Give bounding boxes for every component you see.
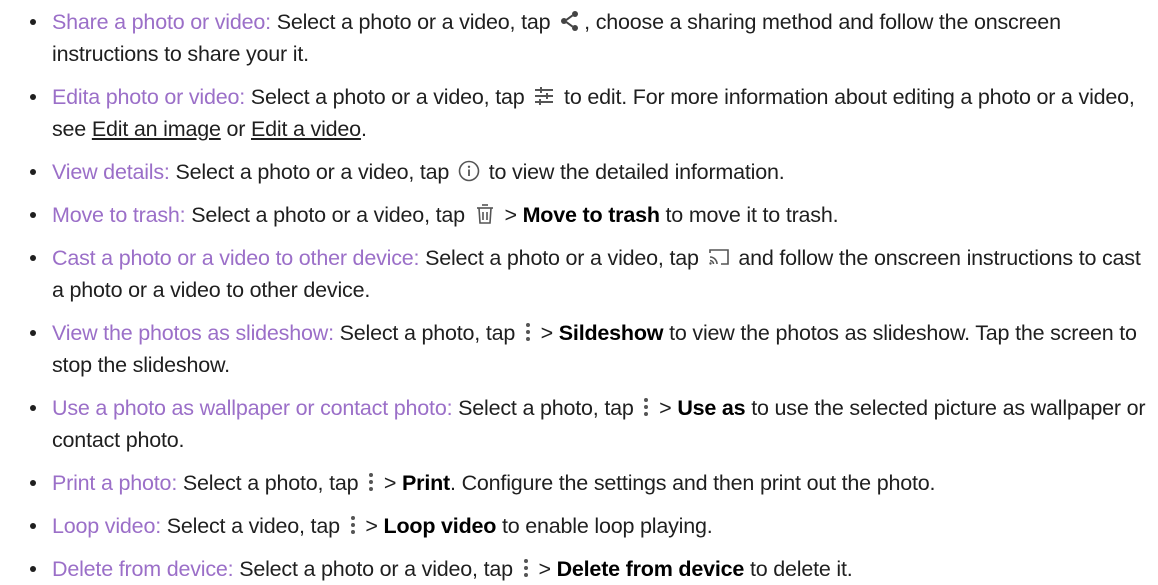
share-icon xyxy=(558,9,582,33)
menu-option-print: Print xyxy=(402,471,451,495)
document-body: Share a photo or video: Select a photo o… xyxy=(0,0,1158,585)
item-lead: Move to trash: xyxy=(52,203,186,227)
edit-video-link[interactable]: Edit a video xyxy=(251,117,361,141)
item-text: . Configure the settings and then print … xyxy=(450,471,936,495)
list-item-print: Print a photo: Select a photo, tap > Pri… xyxy=(0,467,1158,499)
item-text: to view the detailed information. xyxy=(482,160,785,184)
item-text: Select a photo or a video, tap xyxy=(419,246,705,270)
item-lead: Loop video: xyxy=(52,514,161,538)
menu-option-move-to-trash: Move to trash xyxy=(522,203,660,227)
item-text: Select a video, tap xyxy=(160,514,346,538)
info-icon xyxy=(457,159,481,183)
item-text: . xyxy=(360,117,367,141)
item-text: Select a photo or a video, tap xyxy=(233,557,519,581)
more-vertical-icon xyxy=(523,320,533,344)
more-vertical-icon xyxy=(641,395,651,419)
item-text: > xyxy=(378,471,403,495)
item-lead: Delete from device: xyxy=(52,557,234,581)
item-text: to move it to trash. xyxy=(659,203,839,227)
menu-option-use-as: Use as xyxy=(677,396,746,420)
item-lead: Edita photo or video: xyxy=(52,85,246,109)
more-vertical-icon xyxy=(366,470,376,494)
trash-icon xyxy=(473,202,497,226)
item-text: > xyxy=(359,514,384,538)
item-text: to delete it. xyxy=(744,557,853,581)
list-item-delete-from-device: Delete from device: Select a photo or a … xyxy=(0,553,1158,585)
item-lead: Share a photo or video: xyxy=(52,10,271,34)
list-item-slideshow: View the photos as slideshow: Select a p… xyxy=(0,317,1158,381)
list-item-view-details: View details: Select a photo or a video,… xyxy=(0,156,1158,188)
cast-icon xyxy=(707,245,731,269)
item-lead: Use a photo as wallpaper or contact phot… xyxy=(52,396,453,420)
edit-image-link[interactable]: Edit an image xyxy=(92,117,221,141)
list-item-move-to-trash: Move to trash: Select a photo or a video… xyxy=(0,199,1158,231)
item-lead: View the photos as slideshow: xyxy=(52,321,334,345)
list-item-edit: Edita photo or video: Select a photo or … xyxy=(0,81,1158,145)
list-item-cast: Cast a photo or a video to other device:… xyxy=(0,242,1158,306)
bullet-list: Share a photo or video: Select a photo o… xyxy=(0,6,1158,585)
item-text: Select a photo, tap xyxy=(452,396,640,420)
item-text: Select a photo or a video, tap xyxy=(245,85,531,109)
menu-option-delete-from-device: Delete from device xyxy=(556,557,745,581)
item-text: > xyxy=(498,203,523,227)
item-text: Select a photo or a video, tap xyxy=(270,10,557,34)
item-lead: Print a photo: xyxy=(52,471,178,495)
item-text: Select a photo or a video, tap xyxy=(185,203,471,227)
more-vertical-icon xyxy=(521,556,531,580)
item-text: > xyxy=(653,396,678,420)
item-text: or xyxy=(220,117,251,141)
item-text: to enable loop playing. xyxy=(496,514,713,538)
item-text: > xyxy=(534,321,559,345)
item-lead: View details: xyxy=(52,160,170,184)
item-text: Select a photo, tap xyxy=(333,321,521,345)
list-item-share: Share a photo or video: Select a photo o… xyxy=(0,6,1158,70)
more-vertical-icon xyxy=(348,513,358,537)
item-text: Select a photo, tap xyxy=(177,471,365,495)
list-item-loop-video: Loop video: Select a video, tap > Loop v… xyxy=(0,510,1158,542)
item-lead: Cast a photo or a video to other device: xyxy=(52,246,420,270)
item-text: Select a photo or a video, tap xyxy=(169,160,455,184)
item-text: > xyxy=(532,557,557,581)
menu-option-slideshow: Sildeshow xyxy=(558,321,664,345)
menu-option-loop-video: Loop video xyxy=(383,514,497,538)
sliders-icon xyxy=(532,84,556,108)
list-item-use-as: Use a photo as wallpaper or contact phot… xyxy=(0,392,1158,456)
